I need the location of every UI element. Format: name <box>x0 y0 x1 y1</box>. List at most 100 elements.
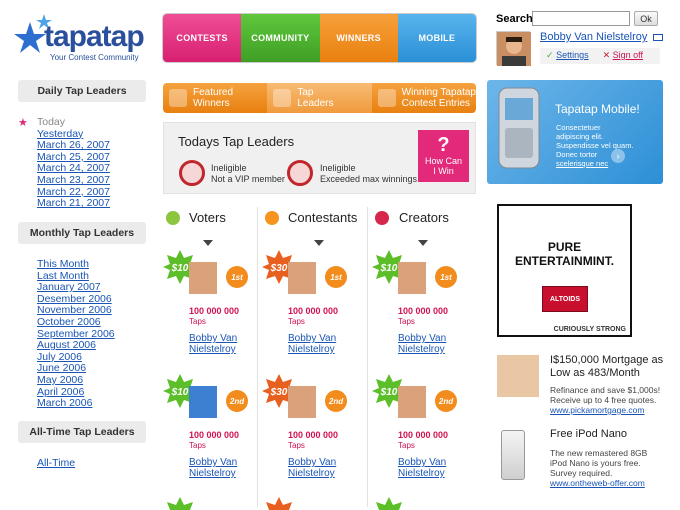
voters-icon <box>166 211 180 225</box>
chevron-down-icon[interactable] <box>418 240 428 246</box>
secondary-tabs: Featured Winners Tap Leaders Winning Tapat… <box>163 83 476 113</box>
ad-line: ENTERTAINMINT. <box>514 254 615 268</box>
settings-link[interactable]: ✓ Settings <box>546 50 589 62</box>
entry-name[interactable]: Bobby Van Nielstelroy <box>398 333 446 355</box>
entry-photo[interactable] <box>398 386 426 418</box>
arrow-right-icon[interactable]: › <box>611 149 625 163</box>
name-first[interactable]: Bobby Van <box>189 333 237 344</box>
entry-name[interactable]: Bobby Van Nielstelroy <box>398 457 446 479</box>
promo-title[interactable]: Free iPod Nano <box>550 428 665 441</box>
name-last[interactable]: Nielstelroy <box>288 468 335 479</box>
name-first[interactable]: Bobby Van <box>398 333 446 344</box>
taps-count: 100 000 000 <box>288 306 339 316</box>
badge-amount: $10 <box>171 263 189 274</box>
name-last[interactable]: Nielstelroy <box>398 468 445 479</box>
alltime-item[interactable]: All-Time <box>37 457 75 470</box>
promo-url[interactable]: www.ontheweb-offer.com <box>550 478 665 488</box>
tab-winning-entries[interactable]: Winning Tapatap Contest Entries <box>371 83 476 113</box>
divider <box>257 207 258 507</box>
taps-count: 100 000 000 <box>189 430 240 440</box>
ineligible-vip: Ineligible Not a VIP member <box>211 163 285 185</box>
leader-entry[interactable]: $30 1st 100 000 000 Taps Bobby Van Nielst… <box>262 250 352 365</box>
monthly-item[interactable]: This Month <box>37 258 115 271</box>
user-name[interactable]: Bobby Van Nielstelroy <box>540 31 647 43</box>
name-first[interactable]: Bobby Van <box>398 457 446 468</box>
leader-entry[interactable]: $10 2nd 100 000 000 Taps Bobby Van Nielst… <box>372 374 462 489</box>
taps-count: 100 000 000 <box>189 306 240 316</box>
entry-name[interactable]: Bobby Van Nielstelroy <box>288 457 336 479</box>
how-can-i-win-button[interactable]: ? How Can I Win <box>418 130 469 182</box>
signout-label[interactable]: Sign off <box>613 50 643 60</box>
avatar[interactable] <box>496 31 531 66</box>
chevron-down-icon[interactable] <box>203 240 213 246</box>
nav-mobile[interactable]: MOBILE <box>397 14 476 62</box>
leader-entry[interactable]: $10 1st 100 000 000 Taps Bobby Van Nielst… <box>372 250 462 365</box>
ad-footer: CURIOUSLY STRONG <box>553 326 626 333</box>
entry-name[interactable]: Bobby Van Nielstelroy <box>288 333 336 355</box>
question-icon: ? <box>437 134 450 156</box>
name-first[interactable]: Bobby Van <box>288 333 336 344</box>
monthly-leaders-heading: Monthly Tap Leaders <box>18 222 146 244</box>
ipod-icon[interactable] <box>501 430 525 480</box>
user-photo-icon <box>497 32 531 66</box>
signout-link[interactable]: ✕ Sign off <box>603 50 643 62</box>
entry-photo[interactable] <box>288 386 316 418</box>
taps-count: 100 000 000 <box>288 430 339 440</box>
name-last[interactable]: Nielstelroy <box>189 468 236 479</box>
name-first[interactable]: Bobby Van <box>189 457 237 468</box>
mobile-text: Consectetuer adipiscing elit. Suspendiss… <box>556 123 636 168</box>
close-icon: ✕ <box>602 50 611 60</box>
daily-leaders-heading: Daily Tap Leaders <box>18 80 146 102</box>
tab-featured-winners[interactable]: Featured Winners <box>163 83 268 113</box>
monthly-item[interactable]: August 2006 <box>37 340 115 352</box>
ineligible-reason: Not a VIP member <box>211 174 285 184</box>
chevron-down-icon[interactable] <box>314 240 324 246</box>
monthly-item[interactable]: March 2006 <box>37 398 115 410</box>
leader-entry[interactable]: $10 1st 100 000 000 Taps Bobby Van Nielst… <box>163 250 253 365</box>
mail-icon[interactable] <box>653 33 664 41</box>
taps-count: 100 000 000 <box>398 430 449 440</box>
entry-photo[interactable] <box>189 262 217 294</box>
voters-heading: Voters <box>189 210 226 225</box>
ineligible-label: Ineligible <box>211 163 247 173</box>
entry-name[interactable]: Bobby Van Nielstelroy <box>189 333 237 355</box>
name-last[interactable]: Nielstelroy <box>288 344 335 355</box>
alltime-leaders-list: All-Time <box>37 457 75 470</box>
brand-tagline: Your Contest Community <box>50 53 139 62</box>
search-ok-button[interactable]: Ok <box>634 11 658 26</box>
badge-amount: $30 <box>270 263 288 274</box>
entry-name[interactable]: Bobby Van Nielstelroy <box>189 457 237 479</box>
nav-community[interactable]: COMMUNITY <box>241 14 320 62</box>
nav-contests[interactable]: CONTESTS <box>163 14 242 62</box>
name-last[interactable]: Nielstelroy <box>398 344 445 355</box>
badge-amount: $30 <box>270 387 288 398</box>
user-profile-link[interactable]: Bobby Van Nielstelroy <box>540 31 664 43</box>
ineligible-icon <box>179 160 205 186</box>
place-badge: 1st <box>325 266 347 288</box>
search-input[interactable] <box>532 11 630 26</box>
leader-entry[interactable]: $10 2nd 100 000 000 Taps Bobby Van Nielst… <box>163 374 253 489</box>
daily-leaders-list: Today Yesterday March 26, 2007 March 25,… <box>37 116 110 210</box>
entry-photo[interactable] <box>398 262 426 294</box>
daily-item[interactable]: March 23, 2007 <box>37 174 110 187</box>
leader-entry[interactable]: $30 2nd 100 000 000 Taps Bobby Van Nielst… <box>262 374 352 489</box>
altoids-ad[interactable]: PURE ENTERTAINMINT. ALTOIDS CURIOUSLY ST… <box>497 204 632 337</box>
entry-photo[interactable] <box>189 386 217 418</box>
monthly-item[interactable]: May 2006 <box>37 374 115 387</box>
promo-title[interactable]: I$150,000 Mortgage as Low as 483/Month <box>550 354 665 380</box>
entry-photo[interactable] <box>288 262 316 294</box>
money-icon <box>273 89 292 107</box>
taps-label: Taps <box>398 441 415 450</box>
daily-item[interactable]: March 21, 2007 <box>37 198 110 210</box>
name-first[interactable]: Bobby Van <box>288 457 336 468</box>
monthly-item[interactable]: October 2006 <box>37 316 115 329</box>
tab-tap-leaders[interactable]: Tap Leaders <box>267 83 372 113</box>
woman-photo[interactable] <box>497 355 539 397</box>
mobile-link[interactable]: scelerisque nec <box>556 159 608 168</box>
settings-label[interactable]: Settings <box>556 50 589 60</box>
tab-label: Tap <box>297 87 314 98</box>
nav-winners[interactable]: WINNERS <box>319 14 398 62</box>
name-last[interactable]: Nielstelroy <box>189 344 236 355</box>
promo-url[interactable]: www.pickamortgage.com <box>550 405 665 415</box>
promo-ipod: Free iPod Nano The new remastered 8GB iP… <box>550 428 665 488</box>
